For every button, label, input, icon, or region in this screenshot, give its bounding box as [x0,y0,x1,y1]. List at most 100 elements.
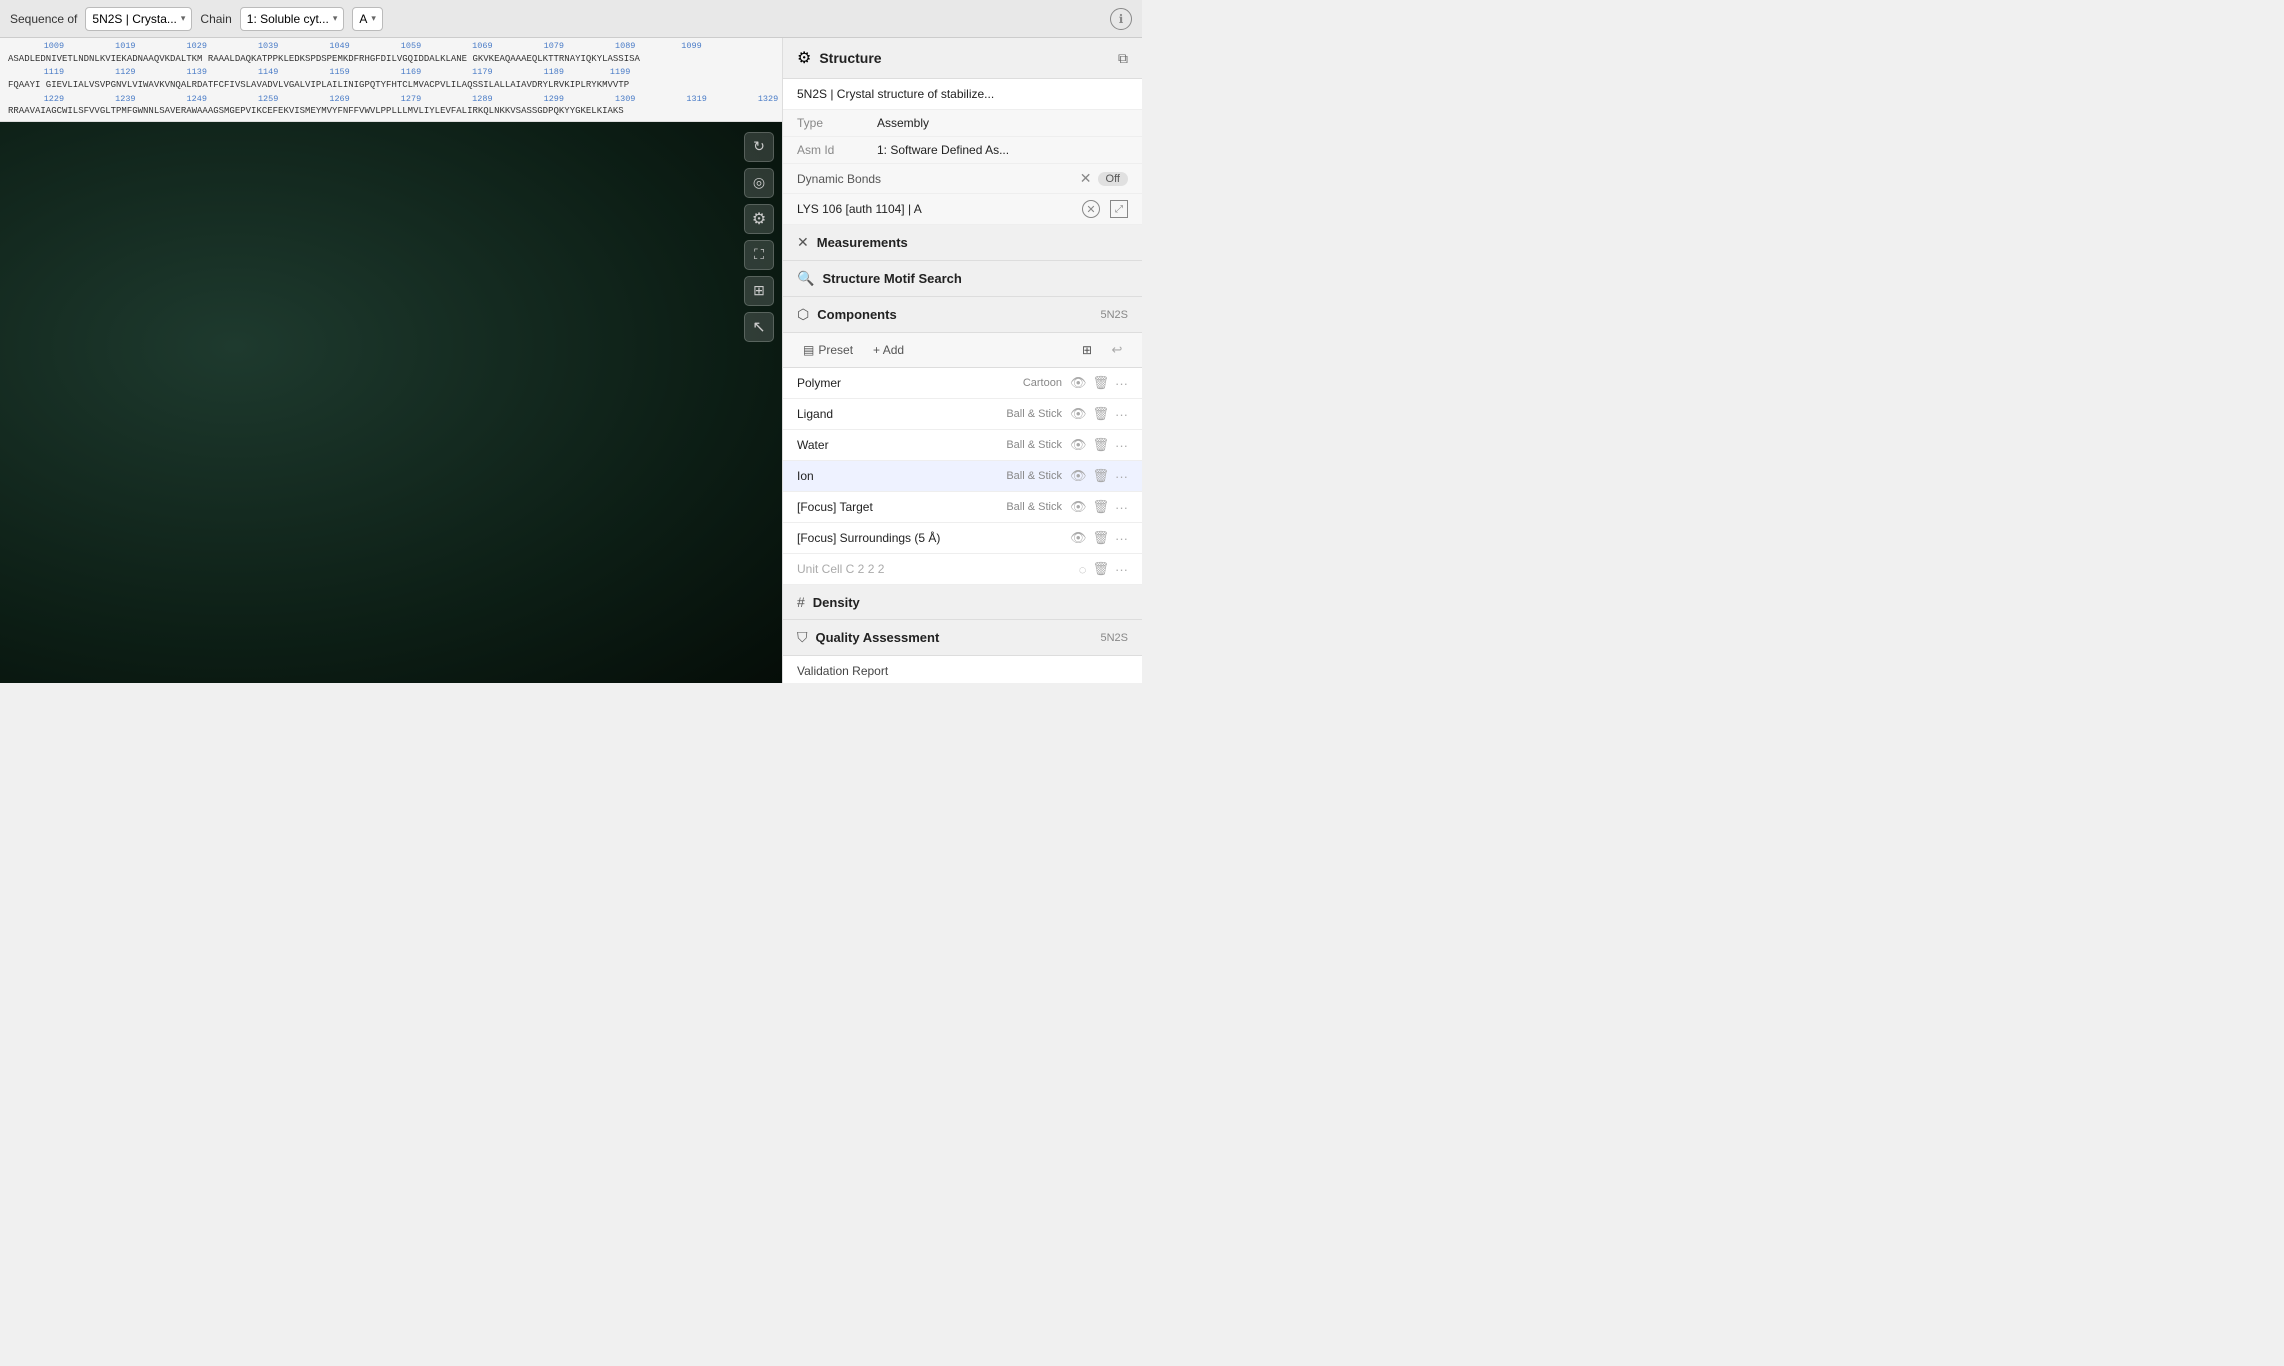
lys-label: LYS 106 [auth 1104] | A [797,202,922,216]
components-badge: 5N2S [1100,309,1128,321]
lys-row: LYS 106 [auth 1104] | A ✕ ⤢ [783,194,1142,225]
structure-panel-header: ⚙ Structure ⧉ [783,38,1142,79]
component-name-focus-surroundings: [Focus] Surroundings (5 Å) [797,531,940,545]
component-name-unit-cell: Unit Cell C 2 2 2 [797,562,884,576]
eye-icon[interactable]: 👁 [1070,406,1087,422]
validation-report-label: Validation Report [797,664,888,678]
reset-view-button[interactable]: ↻ [744,132,774,162]
component-actions-focus-target: 👁 🗑 ··· [1070,499,1128,515]
eye-icon[interactable]: 👁 [1070,375,1087,391]
eye-icon[interactable]: 👁 [1070,499,1087,515]
structure-name-row: 5N2S | Crystal structure of stabilize... [783,79,1142,110]
viewport-toolbar: ↻ ◎ ⚙ ⛶ ⊞ ↖ [744,132,774,342]
type-label: Type [797,116,877,130]
dynamic-bonds-clear-button[interactable]: ✕ [1080,170,1092,187]
eye-icon[interactable]: 👁 [1070,530,1087,546]
topbar: Sequence of 5N2S | Crysta... ▾ Chain 1: … [0,0,1142,38]
filter-button[interactable]: ⊞ [1076,341,1098,359]
chevron-down-icon: ▾ [333,13,338,24]
eye-off-icon[interactable]: ◌ [1079,562,1087,577]
more-options-button[interactable]: ··· [1115,469,1128,484]
seq-line-3: RRAAVAIAGCWILSFVVGLTPMFGWNNLSAVERAWAAAGS… [8,105,774,119]
chain-select[interactable]: 1: Soluble cyt... ▾ [240,7,345,31]
chevron-down-icon: ▾ [371,13,376,24]
chain-letter-select[interactable]: A ▾ [352,7,383,31]
component-actions-water: 👁 🗑 ··· [1070,437,1128,453]
components-title: Components [817,307,896,322]
more-options-button[interactable]: ··· [1115,407,1128,422]
preset-icon: ▤ [803,343,814,357]
main-layout: 1009 1019 1029 1039 1049 1059 1069 1079 … [0,38,1142,683]
measurements-icon: ✕ [797,234,809,251]
dynamic-bonds-value: Off [1098,172,1128,186]
lys-clear-button[interactable]: ✕ [1082,200,1100,218]
undo-button[interactable]: ↩ [1106,339,1128,361]
eye-icon[interactable]: 👁 [1070,437,1087,453]
components-section-header[interactable]: ⬡ Components 5N2S [783,297,1142,333]
density-title: Density [813,595,860,610]
delete-component-button[interactable]: 🗑 [1092,375,1109,391]
right-panel: ⚙ Structure ⧉ 5N2S | Crystal structure o… [782,38,1142,683]
density-icon: # [797,594,805,610]
lys-expand-button[interactable]: ⤢ [1110,200,1128,218]
quality-title: Quality Assessment [816,630,940,645]
validation-report-row[interactable]: Validation Report [783,656,1142,683]
component-actions-unit-cell: ◌ 🗑 ··· [1079,561,1128,577]
settings-button[interactable]: ⚙ [744,204,774,234]
viewport-background [0,122,782,683]
components-toolbar: ▤ Preset + Add ⊞ ↩ [783,333,1142,368]
component-name-focus-target: [Focus] Target [797,500,877,514]
density-section-header[interactable]: # Density [783,585,1142,620]
component-actions-focus-surroundings: 👁 🗑 ··· [1070,530,1128,546]
delete-component-button[interactable]: 🗑 [1092,530,1109,546]
delete-component-button[interactable]: 🗑 [1092,499,1109,515]
structure-motif-title: Structure Motif Search [822,271,961,286]
filter-icon: ⊞ [1082,343,1092,357]
component-actions-ion: 👁 🗑 ··· [1070,468,1128,484]
more-options-button[interactable]: ··· [1115,500,1128,515]
gear-icon: ⚙ [797,48,811,68]
delete-component-button[interactable]: 🗑 [1092,561,1109,577]
structure-select[interactable]: 5N2S | Crysta... ▾ [85,7,192,31]
more-options-button[interactable]: ··· [1115,438,1128,453]
seq-numbers-3: 1229 1239 1249 1259 1269 1279 1289 1299 … [8,93,774,106]
component-type-polymer: Cartoon [1023,377,1062,389]
component-name-ligand: Ligand [797,407,877,421]
delete-component-button[interactable]: 🗑 [1092,437,1109,453]
component-row-ion: IonBall & Stick👁🗑··· [783,461,1142,492]
fullscreen-button[interactable]: ⛶ [744,240,774,270]
seq-line-2: FQAAYI GIEVLIALVSVPGNVLVIWAVKVNQALRDATFC… [8,79,774,93]
cube-icon: ⬡ [797,306,809,323]
shield-icon: ⛉ [797,629,808,646]
seq-line-1: ASADLEDNIVETLNDNLKVIEKADNAAQVKDALTKM RAA… [8,53,774,67]
structure-motif-section-header[interactable]: 🔍 Structure Motif Search [783,261,1142,297]
more-options-button[interactable]: ··· [1115,531,1128,546]
info-button[interactable]: ℹ [1110,8,1132,30]
chevron-down-icon: ▾ [181,13,186,24]
layout-button[interactable]: ⊞ [744,276,774,306]
component-row-focus-surroundings: [Focus] Surroundings (5 Å) 👁 🗑 ··· [783,523,1142,554]
viewport[interactable]: ↻ ◎ ⚙ ⛶ ⊞ ↖ [0,122,782,683]
component-row-focus-target: [Focus] TargetBall & Stick👁🗑··· [783,492,1142,523]
component-row-ligand: LigandBall & Stick👁🗑··· [783,399,1142,430]
type-value: Assembly [877,116,929,130]
structure-name: 5N2S | Crystal structure of stabilize... [797,87,994,101]
pointer-button[interactable]: ↖ [744,312,774,342]
measurements-section-header[interactable]: ✕ Measurements [783,225,1142,261]
seq-numbers-1: 1009 1019 1029 1039 1049 1059 1069 1079 … [8,40,774,53]
preset-button[interactable]: ▤ Preset [797,341,859,359]
sequence-bar: 1009 1019 1029 1039 1049 1059 1069 1079 … [0,38,782,122]
more-options-button[interactable]: ··· [1115,562,1128,577]
more-options-button[interactable]: ··· [1115,376,1128,391]
add-button[interactable]: + Add [867,341,910,359]
type-row: Type Assembly [783,110,1142,137]
center-view-button[interactable]: ◎ [744,168,774,198]
component-row-water: WaterBall & Stick👁🗑··· [783,430,1142,461]
eye-icon[interactable]: 👁 [1070,468,1087,484]
dynamic-bonds-row: Dynamic Bonds ✕ Off [783,164,1142,194]
delete-component-button[interactable]: 🗑 [1092,468,1109,484]
copy-button[interactable]: ⧉ [1118,50,1128,67]
delete-component-button[interactable]: 🗑 [1092,406,1109,422]
quality-section-header[interactable]: ⛉ Quality Assessment 5N2S [783,620,1142,656]
chain-label: Chain [200,12,231,26]
